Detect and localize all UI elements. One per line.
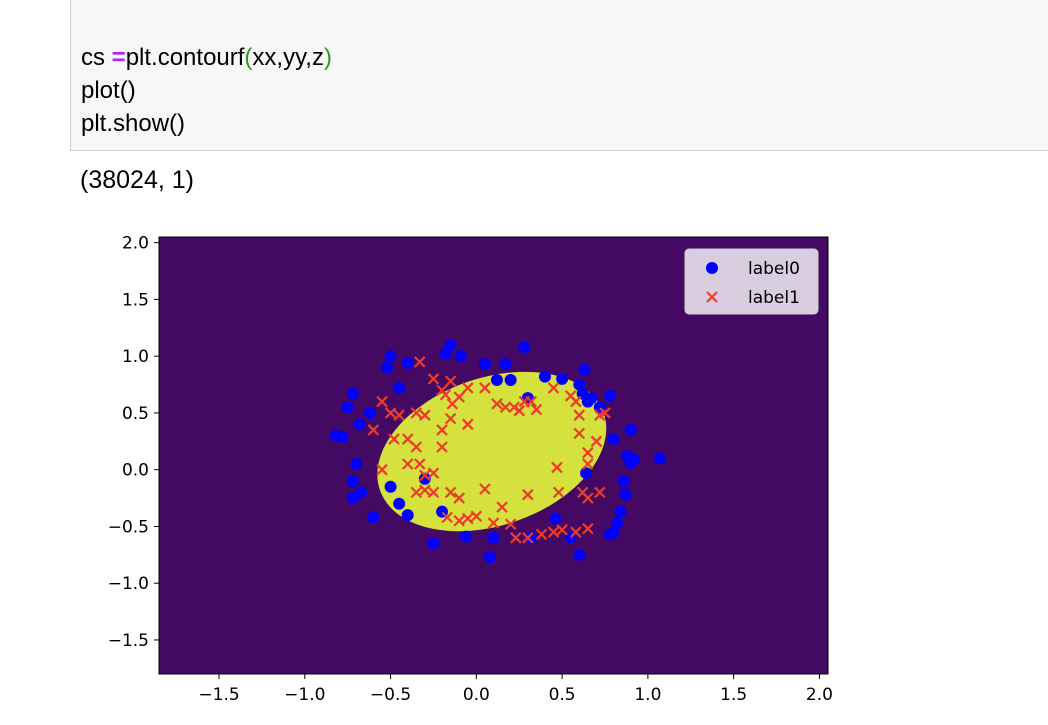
code-var: cs (81, 44, 112, 71)
label0-point (367, 511, 380, 524)
label0-point (353, 418, 366, 431)
label0-point (484, 551, 497, 564)
x-tick-label: 1.0 (634, 685, 661, 705)
code-operator: = (111, 44, 126, 71)
label0-point (619, 488, 632, 501)
code-line-1: cs =plt.contourf(xx,yy,z) (81, 41, 332, 74)
label0-point (384, 350, 397, 363)
label0-point (363, 406, 376, 419)
label0-point (653, 452, 666, 465)
legend-label-label0: label0 (748, 259, 800, 279)
label0-point (341, 401, 354, 414)
label0-point (454, 350, 467, 363)
label0-point (490, 374, 503, 387)
label0-point (499, 358, 512, 371)
legend-label-label1: label1 (748, 288, 800, 308)
label0-point (504, 374, 517, 387)
code-cell[interactable]: cs =plt.contourf(xx,yy,z) plot() plt.sho… (70, 0, 1048, 151)
code-args: xx,yy,z (252, 44, 324, 71)
cell-output-text: (38024, 1) (80, 166, 194, 194)
label0-point (381, 361, 394, 374)
scatter-chart: −1.5 −1.0 −0.5 0.0 0.5 1.0 1.5 2.0 2.0 1.5 1.0 0.5 0… (108, 234, 833, 705)
label0-point (573, 548, 586, 561)
label0-point (346, 492, 359, 505)
label0-point (329, 429, 342, 442)
y-tick-label: 0.0 (122, 461, 149, 481)
label0-point (581, 395, 594, 408)
y-tick-label: 1.5 (122, 290, 149, 310)
label0-point (478, 358, 491, 371)
label0-point (604, 389, 617, 402)
y-tick-label: −0.5 (108, 517, 149, 537)
y-tick-label: −1.0 (108, 574, 149, 594)
x-tick-label: 0.0 (463, 685, 490, 705)
code-call: plt.contourf (125, 44, 245, 71)
y-tick-label: 2.0 (122, 234, 149, 254)
x-tick-label: −0.5 (370, 685, 411, 705)
label0-point (384, 480, 397, 493)
code-line-3: plt.show() (81, 110, 186, 137)
x-tick-label: 2.0 (806, 685, 833, 705)
label0-point (580, 467, 593, 480)
code-line-2: plot() (81, 77, 136, 104)
code-editor[interactable]: cs =plt.contourf(xx,yy,z) plot() plt.sho… (81, 41, 332, 140)
y-tick-label: 1.0 (122, 347, 149, 367)
x-tick-label: 0.5 (549, 685, 576, 705)
plot-output: −1.5 −1.0 −0.5 0.0 0.5 1.0 1.5 2.0 2.0 1.5 1.0 0.5 0… (90, 220, 850, 720)
label0-point (350, 458, 363, 471)
label0-point (401, 509, 414, 522)
label0-point (487, 531, 500, 544)
code-close-paren: ) (323, 44, 332, 71)
label0-point (346, 387, 359, 400)
label0-point (624, 423, 637, 436)
label0-point (604, 528, 617, 541)
x-tick-label: −1.0 (284, 685, 325, 705)
label0-point (549, 512, 562, 525)
label0-point (393, 381, 406, 394)
label0-point (628, 453, 641, 466)
label0-point (578, 363, 591, 376)
x-tick-label: 1.5 (720, 685, 747, 705)
label0-point (401, 356, 414, 369)
label0-point (439, 347, 452, 360)
y-tick-label: −1.5 (108, 631, 149, 651)
label0-point (617, 475, 630, 488)
y-tick-label: 0.5 (122, 404, 149, 424)
label0-point (427, 537, 440, 550)
label0-point (607, 433, 620, 446)
label0-point (614, 505, 627, 518)
label0-point (346, 475, 359, 488)
legend-marker-label0 (706, 262, 718, 274)
x-tick-label: −1.5 (198, 685, 239, 705)
label0-point (393, 497, 406, 510)
label0-point (538, 370, 551, 383)
label0-point (518, 341, 531, 354)
label0-point (460, 530, 473, 543)
